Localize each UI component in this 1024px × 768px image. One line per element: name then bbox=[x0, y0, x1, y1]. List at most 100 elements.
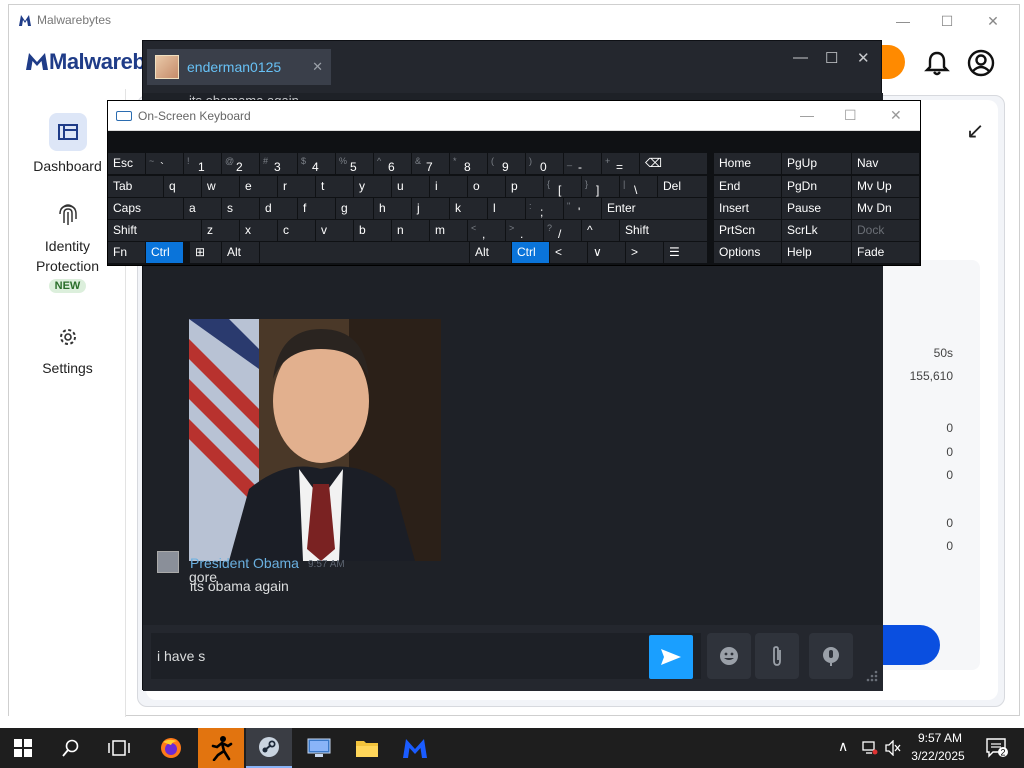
resize-grip-icon[interactable] bbox=[863, 669, 879, 685]
key-nav_col2-1[interactable]: PgDn bbox=[782, 176, 851, 197]
sender-avatar[interactable] bbox=[157, 551, 179, 573]
key-r2-13[interactable]: | \ bbox=[620, 176, 657, 197]
key-r2-8[interactable]: i bbox=[430, 176, 467, 197]
file-explorer-taskbar-button[interactable] bbox=[344, 728, 390, 768]
runner-app-taskbar-button[interactable] bbox=[198, 728, 244, 768]
key-r2-11[interactable]: {[ bbox=[544, 176, 581, 197]
key-r1-6[interactable]: % 5 bbox=[336, 153, 373, 174]
key-r1-7[interactable]: ^ 6 bbox=[374, 153, 411, 174]
clock-date[interactable]: 3/22/2025 bbox=[906, 749, 970, 763]
emoji-button[interactable] bbox=[707, 633, 751, 679]
key-r5-5[interactable]: Alt bbox=[470, 242, 511, 263]
attach-button[interactable] bbox=[755, 633, 799, 679]
firefox-taskbar-button[interactable] bbox=[148, 728, 194, 768]
key-r2-3[interactable]: e bbox=[240, 176, 277, 197]
key-r1-9[interactable]: * 8 bbox=[450, 153, 487, 174]
network-icon[interactable] bbox=[862, 740, 878, 756]
key-r3-11[interactable]: " ' bbox=[564, 198, 601, 219]
key-r4-8[interactable]: <, bbox=[468, 220, 505, 241]
send-button[interactable] bbox=[649, 635, 693, 679]
voice-button[interactable] bbox=[809, 633, 853, 679]
account-icon[interactable] bbox=[967, 49, 995, 77]
key-r4-9[interactable]: >. bbox=[506, 220, 543, 241]
key-r5-7[interactable]: < bbox=[550, 242, 587, 263]
key-r1-12[interactable]: _ - bbox=[564, 153, 601, 174]
clock-time[interactable]: 9:57 AM bbox=[912, 731, 968, 745]
key-r3-4[interactable]: f bbox=[298, 198, 335, 219]
remote-desktop-taskbar-button[interactable] bbox=[296, 728, 342, 768]
scan-button[interactable] bbox=[880, 625, 940, 665]
key-r2-5[interactable]: t bbox=[316, 176, 353, 197]
key-r4-2[interactable]: x bbox=[240, 220, 277, 241]
key-nav_col3-1[interactable]: Mv Up bbox=[852, 176, 919, 197]
maximize-button[interactable]: ☐ bbox=[927, 9, 967, 33]
key-r2-7[interactable]: u bbox=[392, 176, 429, 197]
key-r5-3[interactable]: Alt bbox=[222, 242, 259, 263]
key-r2-14[interactable]: Del bbox=[658, 176, 707, 197]
key-nav_col3-3[interactable]: Dock bbox=[852, 220, 919, 241]
key-r3-7[interactable]: j bbox=[412, 198, 449, 219]
key-r4-4[interactable]: v bbox=[316, 220, 353, 241]
chat-maximize-button[interactable]: ☐ bbox=[825, 49, 838, 67]
chat-message-input[interactable] bbox=[151, 633, 701, 679]
search-button[interactable] bbox=[48, 728, 94, 768]
key-r3-1[interactable]: a bbox=[184, 198, 221, 219]
key-r1-1[interactable]: ~ ` bbox=[146, 153, 183, 174]
close-tab-icon[interactable]: ✕ bbox=[312, 59, 323, 75]
key-r1-5[interactable]: $4 bbox=[298, 153, 335, 174]
key-nav_col2-3[interactable]: ScrLk bbox=[782, 220, 851, 241]
key-r5-0[interactable]: Fn bbox=[108, 242, 145, 263]
chat-image-attachment[interactable] bbox=[189, 319, 441, 561]
volume-muted-icon[interactable] bbox=[884, 740, 902, 756]
show-hidden-icons-chevron-icon[interactable]: ∧ bbox=[838, 738, 848, 755]
key-nav_col2-0[interactable]: PgUp bbox=[782, 153, 851, 174]
key-r1-11[interactable]: ) 0 bbox=[526, 153, 563, 174]
key-r1-13[interactable]: + = bbox=[602, 153, 639, 174]
minimize-button[interactable]: — bbox=[883, 9, 923, 33]
key-r1-10[interactable]: (9 bbox=[488, 153, 525, 174]
chat-minimize-button[interactable]: — bbox=[793, 49, 808, 66]
key-nav_col1-0[interactable]: Home bbox=[714, 153, 781, 174]
key-r2-6[interactable]: y bbox=[354, 176, 391, 197]
key-r1-2[interactable]: ! 1 bbox=[184, 153, 221, 174]
action-center-button[interactable]: 2 bbox=[974, 728, 1020, 768]
key-backspace[interactable]: ⌫ bbox=[640, 153, 707, 174]
key-r4-10[interactable]: ? / bbox=[544, 220, 581, 241]
key-nav_col2-2[interactable]: Pause bbox=[782, 198, 851, 219]
key-r3-5[interactable]: g bbox=[336, 198, 373, 219]
key-r4-3[interactable]: c bbox=[278, 220, 315, 241]
key-r1-3[interactable]: @2 bbox=[222, 153, 259, 174]
sender-name[interactable]: President Obama bbox=[190, 555, 299, 571]
key-r3-2[interactable]: s bbox=[222, 198, 259, 219]
key-r4-5[interactable]: b bbox=[354, 220, 391, 241]
task-view-button[interactable] bbox=[96, 728, 142, 768]
key-nav_col1-1[interactable]: End bbox=[714, 176, 781, 197]
osk-close-button[interactable]: ✕ bbox=[890, 107, 902, 124]
key-nav_col2-4[interactable]: Help bbox=[782, 242, 851, 263]
key-nav_col3-4[interactable]: Fade bbox=[852, 242, 919, 263]
key-r2-0[interactable]: Tab bbox=[108, 176, 163, 197]
key-esc[interactable]: Esc bbox=[108, 153, 145, 174]
key-r3-6[interactable]: h bbox=[374, 198, 411, 219]
key-r2-1[interactable]: q bbox=[164, 176, 201, 197]
key-r5-8[interactable]: ∨ bbox=[588, 242, 625, 263]
key-r4-1[interactable]: z bbox=[202, 220, 239, 241]
osk-maximize-button[interactable]: ☐ bbox=[844, 107, 857, 124]
key-r5-9[interactable]: > bbox=[626, 242, 663, 263]
key-nav_col1-2[interactable]: Insert bbox=[714, 198, 781, 219]
chat-tab-enderman0125[interactable]: enderman0125 ✕ bbox=[147, 49, 331, 85]
key-r2-2[interactable]: w bbox=[202, 176, 239, 197]
key-r5-4[interactable] bbox=[260, 242, 469, 263]
start-button[interactable] bbox=[0, 728, 46, 768]
key-r5-1[interactable]: Ctrl bbox=[146, 242, 183, 263]
sidebar-item-settings[interactable]: Settings bbox=[9, 325, 126, 378]
key-r4-11[interactable]: ^ bbox=[582, 220, 619, 241]
key-r2-10[interactable]: p bbox=[506, 176, 543, 197]
key-r5-6[interactable]: Ctrl bbox=[512, 242, 549, 263]
key-r2-9[interactable]: o bbox=[468, 176, 505, 197]
steam-taskbar-button[interactable] bbox=[246, 728, 292, 768]
key-r3-8[interactable]: k bbox=[450, 198, 487, 219]
key-r4-12[interactable]: Shift bbox=[620, 220, 707, 241]
key-r3-12[interactable]: Enter bbox=[602, 198, 707, 219]
key-r1-4[interactable]: #3 bbox=[260, 153, 297, 174]
